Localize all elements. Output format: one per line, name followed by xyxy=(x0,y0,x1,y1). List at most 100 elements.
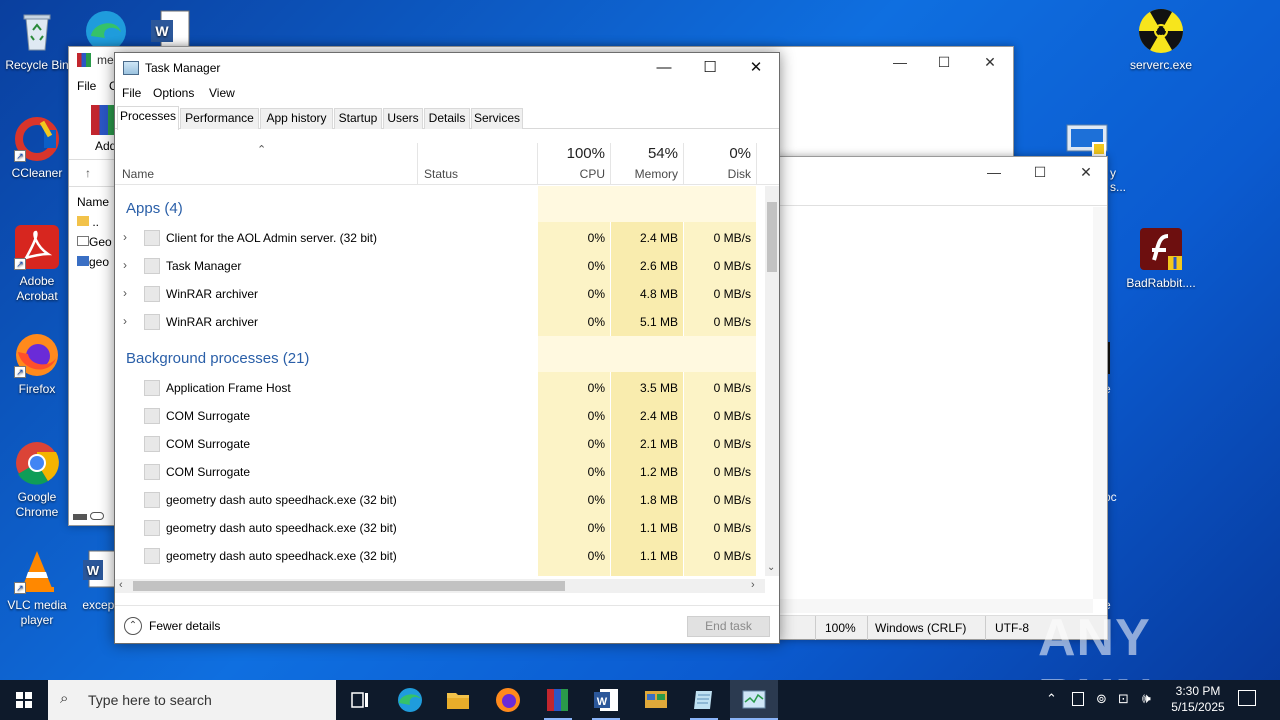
close-button[interactable]: ✕ xyxy=(733,53,779,83)
menu-view[interactable]: View xyxy=(209,86,235,100)
network-icon[interactable]: ⊡ xyxy=(1118,691,1129,707)
minimize-button[interactable]: — xyxy=(971,157,1017,187)
menu-file[interactable]: File xyxy=(77,79,96,93)
start-button[interactable] xyxy=(0,680,48,720)
column-name[interactable]: Name xyxy=(77,195,109,209)
horizontal-scroll-thumb[interactable] xyxy=(133,581,565,591)
expand-chevron-icon[interactable]: › xyxy=(123,314,127,328)
clock[interactable]: 3:30 PM 5/15/2025 xyxy=(1160,683,1236,715)
task-manager-window[interactable]: Task Manager — ☐ ✕ File Options View Pro… xyxy=(114,52,780,644)
file-explorer-icon[interactable] xyxy=(434,680,482,720)
desktop-icon-serverc[interactable]: serverc.exe xyxy=(1124,8,1198,73)
process-memory: 1.2 MB xyxy=(639,465,678,479)
tab-details[interactable]: Details xyxy=(424,108,470,129)
minimize-button[interactable]: — xyxy=(877,47,923,77)
close-button[interactable]: ✕ xyxy=(1063,157,1109,187)
tab-performance[interactable]: Performance xyxy=(180,108,259,129)
file-row[interactable]: .. xyxy=(77,215,117,229)
word-icon[interactable]: W xyxy=(582,680,630,720)
column-cpu[interactable]: CPU xyxy=(539,167,605,181)
process-name: WinRAR archiver xyxy=(166,287,259,301)
column-memory[interactable]: Memory xyxy=(612,167,678,181)
horizontal-scrollbar[interactable]: ‹ › xyxy=(115,579,765,593)
process-disk: 0 MB/s xyxy=(713,315,751,329)
tab-users[interactable]: Users xyxy=(383,108,423,129)
tray-app-icon[interactable]: ⊚ xyxy=(1096,691,1107,707)
tab-processes[interactable]: Processes xyxy=(117,106,179,130)
process-row[interactable]: COM Surrogate 0% 1.2 MB 0 MB/s xyxy=(115,458,765,486)
desktop-icon-ccleaner[interactable]: ↗ CCleaner xyxy=(0,116,74,181)
process-row[interactable]: COM Surrogate 0% 2.1 MB 0 MB/s xyxy=(115,430,765,458)
scroll-right-icon[interactable]: › xyxy=(751,579,755,591)
end-task-button[interactable]: End task xyxy=(687,616,770,637)
column-name[interactable]: Name xyxy=(122,167,154,181)
show-hidden-icons-icon[interactable]: ⌃ xyxy=(1046,691,1057,707)
column-disk[interactable]: Disk xyxy=(685,167,751,181)
task-view-icon[interactable] xyxy=(336,680,384,720)
process-row[interactable]: geometry dash auto speedhack.exe (32 bit… xyxy=(115,514,765,542)
tab-app-history[interactable]: App history xyxy=(260,108,333,129)
close-button[interactable]: ✕ xyxy=(967,47,1013,77)
tab-startup[interactable]: Startup xyxy=(334,108,382,129)
desktop-icon-recycle-bin[interactable]: Recycle Bin xyxy=(0,8,74,73)
minimize-button[interactable]: — xyxy=(641,53,687,83)
memory-total[interactable]: 54% xyxy=(612,145,678,162)
scroll-down-icon[interactable]: ⌄ xyxy=(767,562,775,573)
action-center-icon[interactable] xyxy=(1238,690,1256,706)
process-row[interactable]: geometry dash auto speedhack.exe (32 bit… xyxy=(115,486,765,514)
notepad-window[interactable]: — ☐ ✕ 100% Windows (CRLF) UTF-8 xyxy=(776,156,1108,640)
expand-chevron-icon[interactable]: › xyxy=(123,286,127,300)
expand-chevron-icon[interactable]: › xyxy=(123,258,127,272)
group-header-background[interactable]: Background processes (21) xyxy=(126,350,309,367)
vertical-scroll-thumb[interactable] xyxy=(767,202,777,272)
vertical-scrollbar[interactable] xyxy=(1093,207,1107,599)
desktop-icon-firefox[interactable]: ↗ Firefox xyxy=(0,332,74,397)
scroll-left-icon[interactable]: ‹ xyxy=(119,579,123,591)
winrar-icon[interactable] xyxy=(534,680,582,720)
column-status[interactable]: Status xyxy=(424,167,458,181)
file-row[interactable]: geo xyxy=(77,255,117,269)
network-icon-partial[interactable] xyxy=(1066,124,1108,158)
search-box[interactable]: ⌕ Type here to search xyxy=(48,680,336,720)
process-row[interactable]: › WinRAR archiver 0% 4.8 MB 0 MB/s xyxy=(115,280,765,308)
process-row-partial[interactable] xyxy=(115,570,765,576)
title-bar[interactable]: Task Manager — ☐ ✕ xyxy=(115,53,779,83)
desktop-icon-adobe-acrobat[interactable]: ↗ Adobe Acrobat xyxy=(0,224,74,304)
maximize-button[interactable]: ☐ xyxy=(921,47,967,77)
tab-services[interactable]: Services xyxy=(471,108,523,129)
process-row[interactable]: Application Frame Host 0% 3.5 MB 0 MB/s xyxy=(115,374,765,402)
file-row[interactable]: Geo xyxy=(77,235,117,249)
desktop-icon-google-chrome[interactable]: Google Chrome xyxy=(0,440,74,520)
process-row[interactable]: geometry dash auto speedhack.exe (32 bit… xyxy=(115,542,765,570)
firefox-icon[interactable] xyxy=(484,680,532,720)
process-row[interactable]: › WinRAR archiver 0% 5.1 MB 0 MB/s xyxy=(115,308,765,336)
shortcut-arrow-icon: ↗ xyxy=(14,258,26,270)
edge-icon[interactable] xyxy=(386,680,434,720)
sort-up-icon[interactable]: ⌃ xyxy=(257,143,266,156)
expand-chevron-icon[interactable]: › xyxy=(123,230,127,244)
desktop-icon-badrabbit[interactable]: BadRabbit.... xyxy=(1124,226,1198,291)
process-row[interactable]: › Task Manager 0% 2.6 MB 0 MB/s xyxy=(115,252,765,280)
fewer-details-link[interactable]: Fewer details xyxy=(149,619,220,633)
menu-file[interactable]: File xyxy=(122,86,141,100)
process-disk: 0 MB/s xyxy=(713,231,751,245)
maximize-button[interactable]: ☐ xyxy=(1017,157,1063,187)
process-list[interactable]: Apps (4) › Client for the AOL Admin serv… xyxy=(115,186,765,576)
disk-total[interactable]: 0% xyxy=(685,145,751,162)
desktop-icon-vlc[interactable]: ↗ VLC media player xyxy=(0,548,74,628)
column-header: ⌃ Name Status 100% CPU 54% Memory 0% Dis… xyxy=(115,143,779,185)
notepad-icon[interactable] xyxy=(680,680,728,720)
menu-options[interactable]: Options xyxy=(153,86,194,100)
collapse-icon[interactable]: ⌃ xyxy=(124,617,142,635)
task-manager-icon[interactable] xyxy=(730,680,778,720)
maximize-button[interactable]: ☐ xyxy=(687,53,733,83)
volume-icon[interactable]: 🕪 xyxy=(1142,690,1151,707)
vertical-scrollbar[interactable]: ⌄ xyxy=(765,186,779,576)
notification-icon[interactable] xyxy=(1072,692,1084,706)
process-row[interactable]: › Client for the AOL Admin server. (32 b… xyxy=(115,224,765,252)
control-panel-icon[interactable] xyxy=(632,680,680,720)
group-header-apps[interactable]: Apps (4) xyxy=(126,200,183,217)
process-row[interactable]: COM Surrogate 0% 2.4 MB 0 MB/s xyxy=(115,402,765,430)
cpu-total[interactable]: 100% xyxy=(539,145,605,162)
up-button[interactable]: ↑ xyxy=(69,159,115,187)
